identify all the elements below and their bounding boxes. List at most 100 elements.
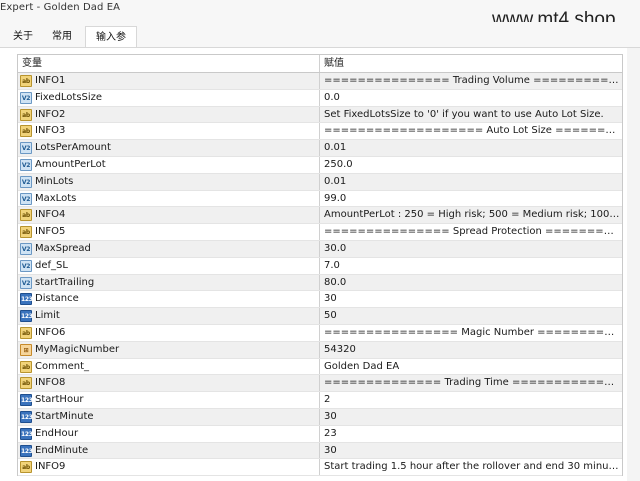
string-type-icon: ab <box>20 75 32 87</box>
parameter-value[interactable]: 0.0 <box>320 90 622 106</box>
table-row[interactable]: ab INFO2 Set FixedLotsSize to '0' if you w… <box>18 106 622 124</box>
parameter-name-cell: ab INFO4 <box>18 207 320 224</box>
parameter-value[interactable]: 0.01 <box>320 140 622 156</box>
parameter-name: MinLots <box>35 175 74 187</box>
parameter-name: LotsPerAmount <box>35 142 111 154</box>
parameter-name-cell: ab INFO6 <box>18 324 320 341</box>
table-row[interactable]: ab INFO6 ================ Magic Number ===… <box>18 324 622 342</box>
tab-common[interactable]: 常用 <box>44 26 80 47</box>
parameter-value[interactable]: =================== Auto Lot Size ======… <box>320 123 622 139</box>
parameter-value[interactable]: 23 <box>320 426 622 442</box>
integer-type-icon: 123 <box>20 394 33 407</box>
parameter-value[interactable]: 99.0 <box>320 191 622 207</box>
parameter-name-cell: ab INFO8 <box>18 375 320 392</box>
parameter-name-cell: V2 FixedLotsSize <box>18 89 320 106</box>
parameter-value[interactable]: 30 <box>320 409 622 425</box>
window-title: Expert - Golden Dad EA <box>0 2 121 13</box>
table-row[interactable]: V2 MinLots 0.01 <box>18 173 622 191</box>
parameter-name-cell: V2 AmountPerLot <box>18 156 320 173</box>
parameter-name-cell: ab Comment_ <box>18 358 320 375</box>
table-row[interactable]: V2 LotsPerAmount 0.01 <box>18 140 622 157</box>
parameter-value[interactable]: 80.0 <box>320 275 622 291</box>
parameter-value[interactable]: =============== Trading Volume =========… <box>320 73 622 89</box>
parameter-value[interactable]: 250.0 <box>320 157 622 173</box>
parameter-name-cell: ab INFO5 <box>18 224 320 240</box>
table-row[interactable]: 123 StartHour 2 <box>18 392 622 409</box>
string-type-icon: ab <box>20 360 32 373</box>
string-type-icon: ab <box>20 226 32 239</box>
parameter-value[interactable]: 2 <box>320 392 622 408</box>
table-row[interactable]: ab INFO8 ============== Trading Time =====… <box>18 375 622 393</box>
string-type-icon: ab <box>20 125 32 138</box>
table-row[interactable]: 123 EndMinute 30 <box>18 442 622 460</box>
parameter-value[interactable]: Set FixedLotsSize to '0' if you want to … <box>320 107 622 123</box>
table-row[interactable]: 123 Limit 50 <box>18 308 622 325</box>
table-row[interactable]: V2 MaxSpread 30.0 <box>18 240 622 258</box>
integer-type-icon: 123 <box>20 444 33 457</box>
table-row[interactable]: V2 FixedLotsSize 0.0 <box>18 89 622 107</box>
table-row[interactable]: 123 EndHour 23 <box>18 425 622 443</box>
parameter-name-cell: 123 Distance <box>18 291 320 308</box>
parameter-name-cell: ab INFO3 <box>18 123 320 140</box>
string-type-icon: ab <box>20 326 32 339</box>
parameter-value[interactable]: 30 <box>320 291 622 307</box>
parameter-value[interactable]: 50 <box>320 308 622 324</box>
parameter-name: FixedLotsSize <box>35 91 103 103</box>
parameter-value[interactable]: =============== Spread Protection ======… <box>320 224 622 240</box>
parameter-value[interactable]: ============== Trading Time ============… <box>320 375 622 391</box>
parameter-name: StartHour <box>35 394 84 406</box>
parameter-name-cell: 123 EndMinute <box>18 442 320 459</box>
table-row[interactable]: ab INFO5 =============== Spread Protection… <box>18 224 622 241</box>
double-type-icon: V2 <box>20 158 32 171</box>
inputs-panel: 变量 赋值 ab INFO1 =============== Trading Vol… <box>0 47 640 481</box>
parameter-name: AmountPerLot <box>35 158 106 170</box>
table-row[interactable]: ab INFO1 =============== Trading Volume ==… <box>18 73 622 90</box>
double-type-icon: V2 <box>20 259 32 272</box>
parameter-value[interactable]: AmountPerLot : 250 = High risk; 500 = Me… <box>320 207 622 223</box>
parameter-value[interactable]: ================ Magic Number ==========… <box>320 325 622 341</box>
integer-type-icon: 123 <box>20 410 33 423</box>
parameter-name: INFO3 <box>35 125 66 137</box>
parameter-name: StartMinute <box>35 410 94 422</box>
table-header: 变量 赋值 <box>18 55 622 73</box>
parameter-value[interactable]: 54320 <box>320 342 622 358</box>
parameter-value[interactable]: 7.0 <box>320 258 622 274</box>
table-row[interactable]: ab Comment_ Golden Dad EA <box>18 358 622 376</box>
parameter-name: startTrailing <box>35 276 95 288</box>
tab-about[interactable]: 关于 <box>6 26 40 47</box>
double-type-icon: V2 <box>20 192 32 205</box>
parameter-value[interactable]: Golden Dad EA <box>320 359 622 375</box>
parameters-table: 变量 赋值 ab INFO1 =============== Trading Vol… <box>17 54 623 477</box>
tab-inputs[interactable]: 输入参数 <box>85 26 137 64</box>
table-row[interactable]: ab INFO3 =================== Auto Lot Size… <box>18 123 622 141</box>
string-type-icon: ab <box>20 108 32 121</box>
parameter-name-cell: 123 StartHour <box>18 392 320 408</box>
double-type-icon: V2 <box>20 91 32 104</box>
table-row[interactable]: ⊞ MyMagicNumber 54320 <box>18 341 622 359</box>
parameter-name-cell: ab INFO2 <box>18 106 320 123</box>
table-row[interactable]: ab INFO9 Start trading 1.5 hour after the … <box>18 459 622 477</box>
table-row[interactable]: V2 def_SL 7.0 <box>18 257 622 275</box>
parameter-name-cell: 123 StartMinute <box>18 408 320 425</box>
parameter-name: MaxLots <box>35 192 77 204</box>
column-header-variable[interactable]: 变量 <box>18 55 320 72</box>
double-type-icon: V2 <box>20 142 32 155</box>
parameter-value[interactable]: Start trading 1.5 hour after the rollove… <box>320 459 622 475</box>
table-row[interactable]: 123 Distance 30 <box>18 291 622 309</box>
table-row[interactable]: V2 AmountPerLot 250.0 <box>18 156 622 174</box>
parameter-name: Distance <box>35 293 79 305</box>
long-type-icon: ⊞ <box>20 343 32 356</box>
integer-type-icon: 123 <box>20 427 33 440</box>
parameter-value[interactable]: 30 <box>320 443 622 459</box>
table-row[interactable]: V2 startTrailing 80.0 <box>18 274 622 292</box>
parameter-name-cell: 123 EndHour <box>18 425 320 442</box>
table-row[interactable]: ab INFO4 AmountPerLot : 250 = High risk; 5… <box>18 207 622 225</box>
parameter-name-cell: V2 MinLots <box>18 173 320 190</box>
double-type-icon: V2 <box>20 276 32 289</box>
table-row[interactable]: 123 StartMinute 30 <box>18 408 622 426</box>
parameter-value[interactable]: 0.01 <box>320 174 622 190</box>
parameter-value[interactable]: 30.0 <box>320 241 622 257</box>
column-header-value[interactable]: 赋值 <box>320 55 622 72</box>
table-row[interactable]: V2 MaxLots 99.0 <box>18 190 622 208</box>
scrollbar[interactable] <box>627 48 640 481</box>
